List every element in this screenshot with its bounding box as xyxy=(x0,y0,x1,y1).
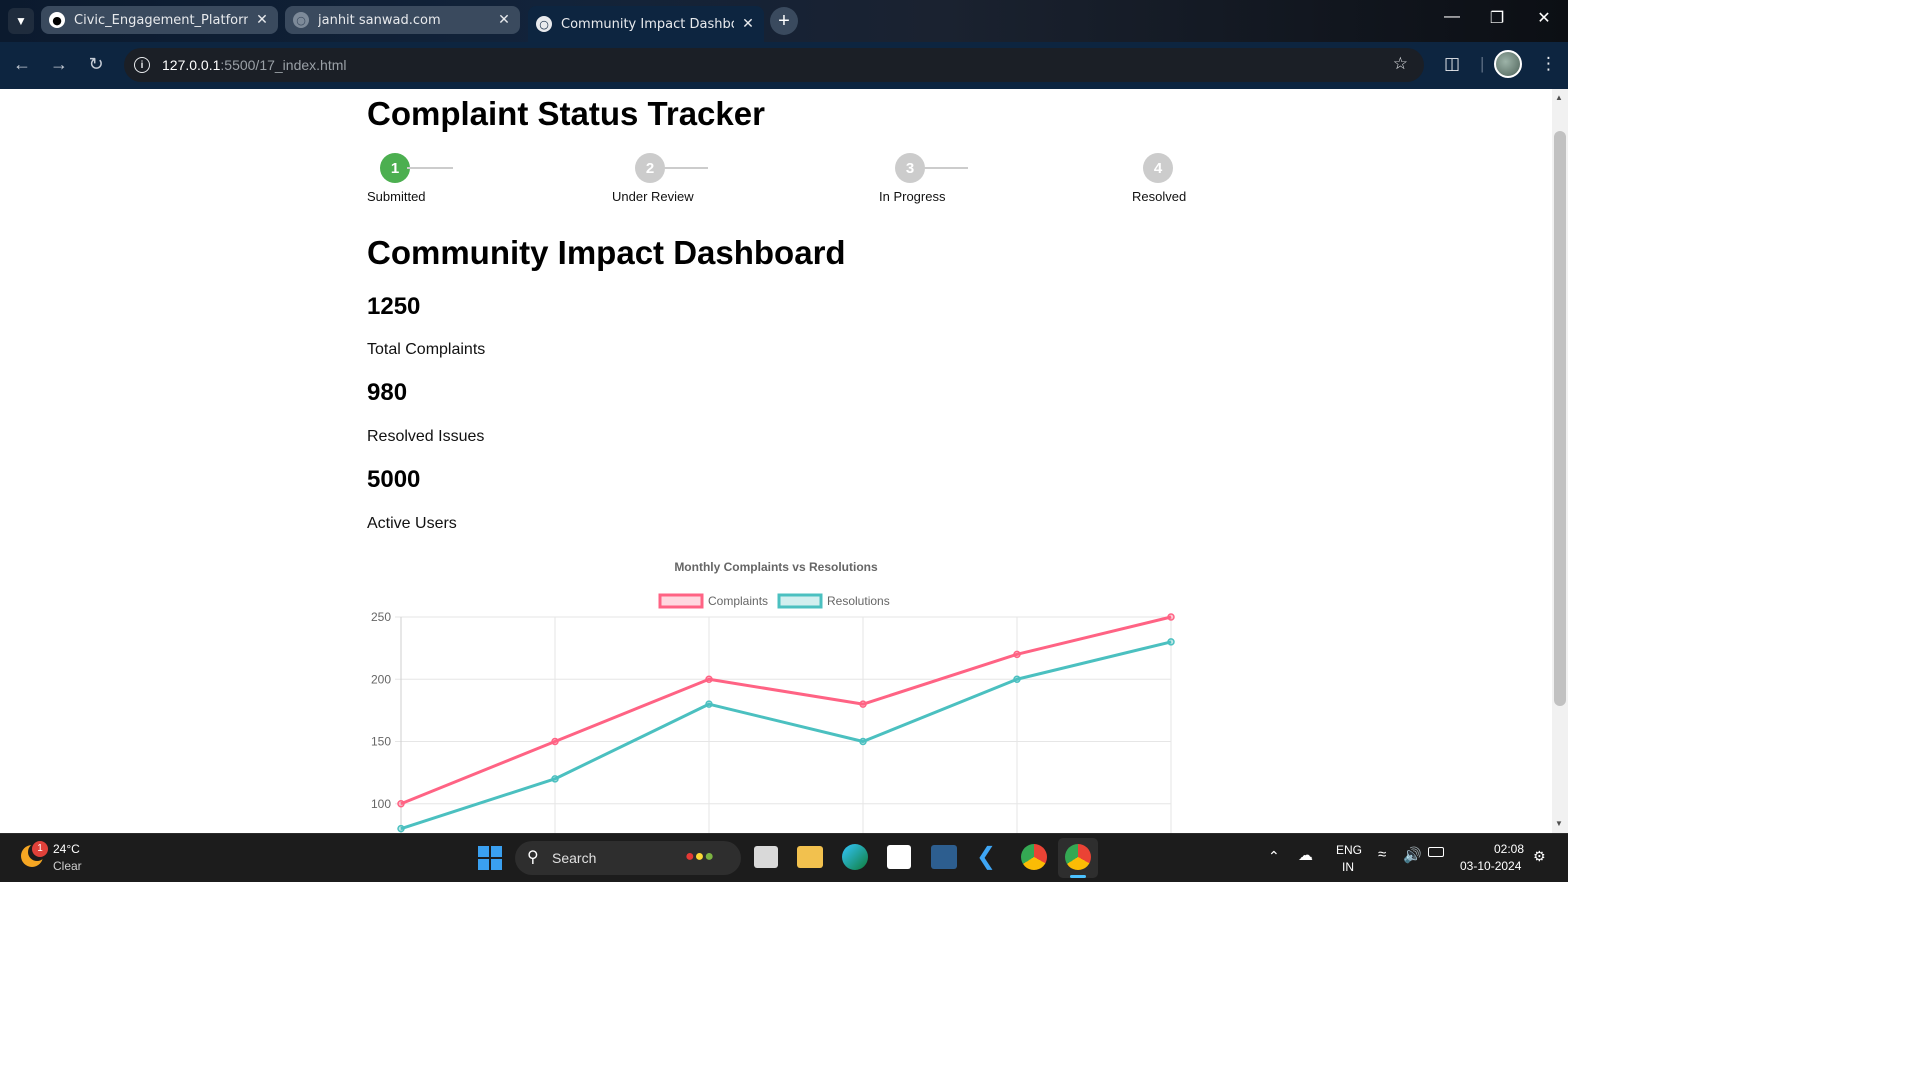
clock-date[interactable]: 03-10-2024 xyxy=(1460,859,1521,873)
chart-grid xyxy=(395,616,1172,833)
tab-janhit[interactable]: ○ janhit sanwad.com ✕ xyxy=(285,6,520,34)
tab-community-dashboard[interactable]: ○ Community Impact Dashboard ✕ xyxy=(528,6,764,42)
tab-label: Community Impact Dashboard xyxy=(561,16,734,32)
edge-icon[interactable] xyxy=(842,844,868,870)
file-explorer-icon[interactable] xyxy=(797,846,823,868)
series-line-complaints xyxy=(400,615,1172,806)
back-button[interactable]: ← xyxy=(10,54,34,75)
chevron-down-icon: ▼ xyxy=(15,14,27,28)
y-tick-label: 200 xyxy=(371,672,391,686)
taskbar-search-box[interactable]: ⚲ Search ●●● xyxy=(515,841,741,875)
wifi-icon[interactable]: ≈ xyxy=(1378,846,1386,863)
forward-button[interactable]: → xyxy=(47,54,71,75)
close-window-button[interactable]: ✕ xyxy=(1524,8,1564,28)
address-bar[interactable]: i 127.0.0.1:5500/17_index.html ☆ xyxy=(124,48,1424,82)
notification-bell-icon[interactable]: ⚙ xyxy=(1533,848,1546,865)
plus-icon: + xyxy=(778,9,790,32)
chart-title: Monthly Complaints vs Resolutions xyxy=(674,560,878,574)
y-tick-label: 100 xyxy=(371,797,391,811)
clock-time[interactable]: 02:08 xyxy=(1494,842,1524,856)
language-bottom[interactable]: IN xyxy=(1342,860,1354,874)
browser-titlebar: ▼ ● Civic_Engagement_Platform/Sc ✕ ○ jan… xyxy=(0,0,1568,42)
chrome-icon[interactable] xyxy=(1021,844,1047,870)
chrome-active-icon[interactable] xyxy=(1058,838,1098,878)
data-point[interactable] xyxy=(397,800,405,808)
arrow-left-icon: ← xyxy=(13,54,31,74)
weather-desc: Clear xyxy=(53,859,82,873)
globe-icon: ○ xyxy=(536,16,552,32)
toolbar-divider: | xyxy=(1480,54,1485,73)
github-icon: ● xyxy=(49,12,65,28)
tray-chevron-icon[interactable]: ⌃ xyxy=(1268,848,1280,865)
language-top[interactable]: ENG xyxy=(1336,843,1362,857)
windows-taskbar: 1 24°C Clear ⚲ Search ●●● ❮ ⌃ ☁ ENG IN ≈… xyxy=(0,833,1568,882)
reload-button[interactable]: ↻ xyxy=(84,54,108,75)
tab-label: Civic_Engagement_Platform/Sc xyxy=(74,12,248,28)
reload-icon: ↻ xyxy=(88,54,104,74)
menu-kebab-icon[interactable]: ⋮ xyxy=(1540,54,1557,74)
data-point[interactable] xyxy=(859,700,867,708)
minimize-button[interactable]: — xyxy=(1432,8,1472,26)
vertical-scrollbar[interactable]: ▲ ▼ xyxy=(1552,89,1568,833)
taskbar-search-label: Search xyxy=(552,850,597,866)
data-point[interactable] xyxy=(705,675,713,683)
series-line-resolutions xyxy=(400,640,1172,831)
tab-search-button[interactable]: ▼ xyxy=(8,8,34,34)
monthly-line-chart: Monthly Complaints vs Resolutions Compla… xyxy=(371,560,1175,833)
data-point[interactable] xyxy=(1013,675,1021,683)
data-point[interactable] xyxy=(705,700,713,708)
data-point[interactable] xyxy=(551,737,559,746)
new-tab-button[interactable]: + xyxy=(770,7,798,35)
extensions-icon[interactable]: ◫ xyxy=(1444,54,1460,74)
fruit-icon: ●●● xyxy=(685,848,715,865)
weather-temp: 24°C xyxy=(53,842,80,856)
url-path: :5500/17_index.html xyxy=(220,57,347,73)
data-point[interactable] xyxy=(1167,613,1175,621)
weather-badge: 1 xyxy=(32,841,48,857)
search-icon: ⚲ xyxy=(527,849,539,866)
y-tick-label: 150 xyxy=(371,735,391,749)
profile-avatar[interactable] xyxy=(1494,50,1522,78)
mysql-workbench-icon[interactable] xyxy=(931,845,957,869)
data-point[interactable] xyxy=(1167,638,1175,646)
close-icon[interactable]: ✕ xyxy=(740,16,756,32)
scroll-down-icon[interactable]: ▼ xyxy=(1555,819,1563,828)
y-tick-label: 250 xyxy=(371,610,391,624)
data-point[interactable] xyxy=(551,775,559,783)
page-viewport: Complaint Status Tracker 1 Submitted 2 U… xyxy=(0,89,1552,833)
restore-button[interactable]: ❐ xyxy=(1477,8,1517,28)
data-point[interactable] xyxy=(859,737,867,746)
globe-icon: ○ xyxy=(293,12,309,28)
close-icon[interactable]: ✕ xyxy=(254,12,270,28)
tab-github[interactable]: ● Civic_Engagement_Platform/Sc ✕ xyxy=(41,6,278,34)
data-point[interactable] xyxy=(1013,650,1021,659)
tab-label: janhit sanwad.com xyxy=(318,12,441,28)
chart-series xyxy=(397,613,1175,833)
scrollbar-thumb[interactable] xyxy=(1554,131,1566,706)
site-info-icon[interactable]: i xyxy=(134,57,150,73)
windows-start-icon[interactable] xyxy=(478,846,502,870)
task-view-icon[interactable] xyxy=(754,846,778,868)
store-icon[interactable] xyxy=(887,845,911,869)
data-point[interactable] xyxy=(397,824,405,833)
volume-icon[interactable]: 🔊 xyxy=(1403,846,1422,864)
scroll-up-icon[interactable]: ▲ xyxy=(1555,93,1563,102)
browser-toolbar: ← → ↻ i 127.0.0.1:5500/17_index.html ☆ ◫… xyxy=(0,42,1568,89)
vscode-icon[interactable]: ❮ xyxy=(976,844,1002,870)
bookmark-star-icon[interactable]: ☆ xyxy=(1393,54,1408,74)
chart-legend: Complaints Resolutions xyxy=(658,593,890,609)
arrow-right-icon: → xyxy=(50,54,68,74)
y-axis-ticks: 250 200 150 100 xyxy=(371,610,391,811)
legend-label[interactable]: Complaints xyxy=(708,594,768,608)
legend-label[interactable]: Resolutions xyxy=(827,594,890,608)
url-host: 127.0.0.1 xyxy=(162,57,221,73)
onedrive-icon[interactable]: ☁ xyxy=(1298,846,1313,864)
legend-swatch[interactable] xyxy=(658,593,704,609)
legend-swatch[interactable] xyxy=(777,593,823,609)
close-icon[interactable]: ✕ xyxy=(496,12,512,28)
battery-icon[interactable] xyxy=(1428,847,1444,857)
